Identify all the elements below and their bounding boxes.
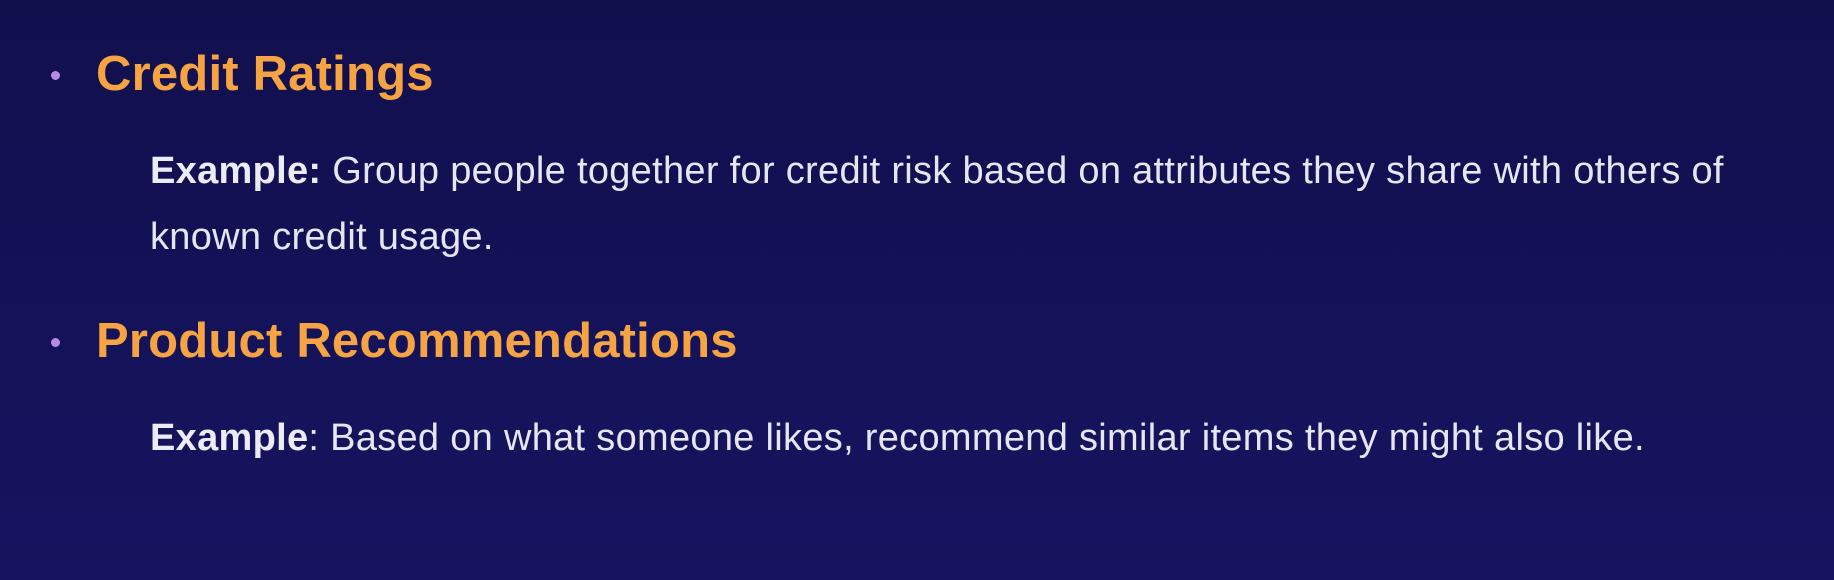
bullet-dot-icon <box>51 338 60 347</box>
item-heading: Product Recommendations <box>96 314 738 368</box>
bullet-item-product-recommendations: Product Recommendations Example: Based o… <box>0 305 1834 459</box>
example-text: : Based on what someone likes, recommend… <box>308 417 1645 459</box>
example-text: Group people together for credit risk ba… <box>150 150 1724 258</box>
item-heading: Credit Ratings <box>96 47 434 101</box>
example-label: Example: <box>150 150 322 192</box>
slide: Credit Ratings Example: Group people tog… <box>0 0 1834 580</box>
example-paragraph: Example: Based on what someone likes, re… <box>150 405 1790 471</box>
bullet-row: Credit Ratings <box>0 38 1834 112</box>
bullet-item-credit-ratings: Credit Ratings Example: Group people tog… <box>0 38 1834 258</box>
bullet-dot-icon <box>51 71 60 80</box>
example-paragraph: Example: Group people together for credi… <box>150 138 1790 270</box>
bullet-row: Product Recommendations <box>0 305 1834 379</box>
example-label: Example <box>150 417 309 459</box>
